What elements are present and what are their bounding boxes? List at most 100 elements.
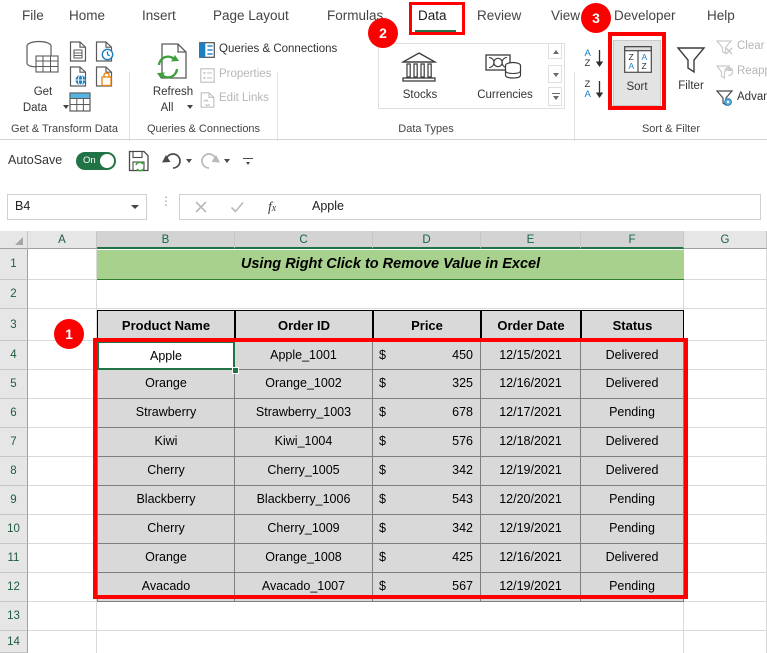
- cell-status-row-4[interactable]: Delivered: [581, 341, 684, 370]
- undo-dropdown-icon[interactable]: [186, 159, 192, 163]
- insert-function-icon[interactable]: fx: [268, 199, 276, 215]
- table-header-order-date[interactable]: Order Date: [481, 310, 581, 341]
- cell-order_id-row-12[interactable]: Avacado_1007: [235, 573, 373, 602]
- cell-status-row-11[interactable]: Delivered: [581, 544, 684, 573]
- title-banner[interactable]: Using Right Click to Remove Value in Exc…: [97, 250, 684, 280]
- cell-price-row-8[interactable]: 342: [393, 457, 481, 486]
- tab-review[interactable]: Review: [477, 6, 521, 26]
- enter-icon[interactable]: [230, 200, 245, 214]
- cell-order_id-row-9[interactable]: Blackberry_1006: [235, 486, 373, 515]
- queries-connections-icon[interactable]: [199, 42, 215, 58]
- column-header-c[interactable]: C: [235, 231, 373, 249]
- from-recent-sources-icon[interactable]: [95, 41, 114, 62]
- cell-currency-row-10[interactable]: $: [373, 515, 393, 544]
- cell-order_id-row-4[interactable]: Apple_1001: [235, 341, 373, 370]
- table-header-status[interactable]: Status: [581, 310, 684, 341]
- row-header-1[interactable]: 1: [0, 249, 28, 280]
- select-all-corner[interactable]: [0, 231, 28, 249]
- tab-developer[interactable]: Developer: [614, 6, 676, 26]
- row-header-4[interactable]: 4: [0, 341, 28, 370]
- cell-price-row-11[interactable]: 425: [393, 544, 481, 573]
- table-header-price[interactable]: Price: [373, 310, 481, 341]
- cell-order_id-row-5[interactable]: Orange_1002: [235, 370, 373, 399]
- cell-order_id-row-7[interactable]: Kiwi_1004: [235, 428, 373, 457]
- tab-home[interactable]: Home: [69, 6, 105, 26]
- row-header-12[interactable]: 12: [0, 573, 28, 602]
- data-types-scroll[interactable]: [548, 43, 562, 107]
- row-header-2[interactable]: 2: [0, 280, 28, 309]
- undo-icon[interactable]: [162, 151, 182, 170]
- cell-status-row-5[interactable]: Delivered: [581, 370, 684, 399]
- cell-product-row-9[interactable]: Blackberry: [97, 486, 235, 515]
- row-header-8[interactable]: 8: [0, 457, 28, 486]
- formula-input[interactable]: Apple: [300, 194, 761, 220]
- cell-product-row-10[interactable]: Cherry: [97, 515, 235, 544]
- cell-status-row-6[interactable]: Pending: [581, 399, 684, 428]
- sort-button[interactable]: Z A A Z Sort: [613, 40, 661, 106]
- queries-connections-label[interactable]: Queries & Connections: [219, 43, 337, 55]
- cell-product-row-11[interactable]: Orange: [97, 544, 235, 573]
- name-box[interactable]: B4: [7, 194, 147, 220]
- cell-order_date-row-7[interactable]: 12/18/2021: [481, 428, 581, 457]
- sort-ascending-icon[interactable]: A Z: [584, 47, 606, 69]
- column-header-g[interactable]: G: [684, 231, 767, 249]
- cell-order_date-row-8[interactable]: 12/19/2021: [481, 457, 581, 486]
- cell-currency-row-7[interactable]: $: [373, 428, 393, 457]
- cell-price-row-5[interactable]: 325: [393, 370, 481, 399]
- row-header-7[interactable]: 7: [0, 428, 28, 457]
- column-header-b[interactable]: B: [97, 231, 235, 249]
- cell-order_date-row-4[interactable]: 12/15/2021: [481, 341, 581, 370]
- formula-bar-grip[interactable]: ⋮: [160, 195, 172, 207]
- table-header-order-id[interactable]: Order ID: [235, 310, 373, 341]
- cell-currency-row-6[interactable]: $: [373, 399, 393, 428]
- cell-order_date-row-6[interactable]: 12/17/2021: [481, 399, 581, 428]
- cell-order_id-row-10[interactable]: Cherry_1009: [235, 515, 373, 544]
- cell-product-row-5[interactable]: Orange: [97, 370, 235, 399]
- cell-product-row-12[interactable]: Avacado: [97, 573, 235, 602]
- column-header-a[interactable]: A: [28, 231, 97, 249]
- cell-currency-row-12[interactable]: $: [373, 573, 393, 602]
- cell-order_date-row-11[interactable]: 12/16/2021: [481, 544, 581, 573]
- tab-insert[interactable]: Insert: [142, 6, 176, 26]
- gallery-scroll-down[interactable]: [548, 65, 562, 83]
- cell-order_date-row-9[interactable]: 12/20/2021: [481, 486, 581, 515]
- cell-currency-row-8[interactable]: $: [373, 457, 393, 486]
- tab-data[interactable]: Data: [418, 6, 447, 26]
- sort-descending-icon[interactable]: Z A: [584, 78, 606, 100]
- cell-price-row-4[interactable]: 450: [393, 341, 481, 370]
- table-header-product-name[interactable]: Product Name: [97, 310, 235, 341]
- row-header-10[interactable]: 10: [0, 515, 28, 544]
- column-header-e[interactable]: E: [481, 231, 581, 249]
- cell-currency-row-11[interactable]: $: [373, 544, 393, 573]
- cell-price-row-9[interactable]: 543: [393, 486, 481, 515]
- cancel-icon[interactable]: [194, 200, 208, 214]
- row-header-14[interactable]: 14: [0, 631, 28, 653]
- cell-price-row-10[interactable]: 342: [393, 515, 481, 544]
- cell-product-row-8[interactable]: Cherry: [97, 457, 235, 486]
- advanced-filter-icon[interactable]: [716, 90, 734, 107]
- cell-order_date-row-5[interactable]: 12/16/2021: [481, 370, 581, 399]
- row-header-3[interactable]: 3: [0, 309, 28, 341]
- from-web-icon[interactable]: [69, 66, 88, 87]
- cell-order_date-row-10[interactable]: 12/19/2021: [481, 515, 581, 544]
- active-cell-b4[interactable]: Apple: [97, 341, 235, 370]
- cell-currency-row-4[interactable]: $: [373, 341, 393, 370]
- cell-order_id-row-11[interactable]: Orange_1008: [235, 544, 373, 573]
- from-text-csv-icon[interactable]: [69, 41, 87, 62]
- redo-dropdown-icon[interactable]: [224, 159, 230, 163]
- row-header-6[interactable]: 6: [0, 399, 28, 428]
- column-header-f[interactable]: F: [581, 231, 684, 249]
- cell-order_date-row-12[interactable]: 12/19/2021: [481, 573, 581, 602]
- redo-icon[interactable]: [200, 151, 220, 170]
- row-header-9[interactable]: 9: [0, 486, 28, 515]
- row-header-11[interactable]: 11: [0, 544, 28, 573]
- gallery-scroll-up[interactable]: [548, 43, 562, 59]
- cell-price-row-7[interactable]: 576: [393, 428, 481, 457]
- row-header-13[interactable]: 13: [0, 602, 28, 631]
- cell-product-row-6[interactable]: Strawberry: [97, 399, 235, 428]
- tab-page-layout[interactable]: Page Layout: [213, 6, 289, 26]
- cell-product-row-7[interactable]: Kiwi: [97, 428, 235, 457]
- cell-status-row-12[interactable]: Pending: [581, 573, 684, 602]
- tab-file[interactable]: File: [22, 6, 44, 26]
- cell-order_id-row-8[interactable]: Cherry_1005: [235, 457, 373, 486]
